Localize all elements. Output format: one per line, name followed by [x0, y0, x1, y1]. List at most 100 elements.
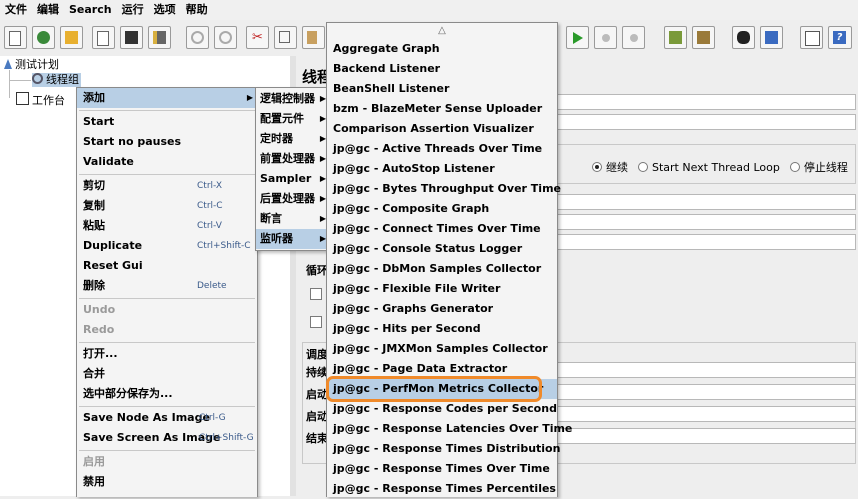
- menu-item-enable[interactable]: 启用: [77, 452, 257, 472]
- listener-item[interactable]: jp@gc - DbMon Samples Collector: [327, 259, 557, 279]
- radio-continue-label: 继续: [606, 161, 628, 174]
- menu-run[interactable]: 运行: [117, 0, 149, 20]
- listener-item[interactable]: jp@gc - Response Times Over Time: [327, 459, 557, 479]
- scheduler-label: 调度: [306, 348, 328, 361]
- listener-item[interactable]: jp@gc - Response Latencies Over Time: [327, 419, 572, 439]
- menu-item-label: Aggregate Graph: [333, 42, 440, 55]
- listener-item[interactable]: bzm - BlazeMeter Sense Uploader: [327, 99, 557, 119]
- tree-node-thread-group[interactable]: 线程组: [32, 73, 81, 87]
- tree-node-label: 测试计划: [15, 58, 59, 71]
- tree-node-workbench[interactable]: 工作台: [16, 92, 65, 108]
- menu-item-save-node-as-image[interactable]: Save Node As Image Ctrl-G: [77, 408, 257, 428]
- menu-separator: [79, 298, 255, 299]
- shutdown-button[interactable]: [622, 26, 645, 49]
- search-button[interactable]: [732, 26, 755, 49]
- menu-item-duplicate[interactable]: Duplicate Ctrl+Shift-C: [77, 236, 257, 256]
- menu-edit[interactable]: 编辑: [32, 0, 64, 20]
- paste-button[interactable]: [302, 26, 325, 49]
- menu-item-start[interactable]: Start: [77, 112, 257, 132]
- new-button[interactable]: [4, 26, 27, 49]
- reset-search-button[interactable]: [760, 26, 783, 49]
- menu-item-merge[interactable]: 合并: [77, 364, 257, 384]
- menu-help[interactable]: 帮助: [181, 0, 213, 20]
- listener-item[interactable]: jp@gc - Bytes Throughput Over Time: [327, 179, 561, 199]
- menu-item-cut[interactable]: 剪切 Ctrl-X: [77, 176, 257, 196]
- menu-item-redo[interactable]: Redo: [77, 320, 257, 340]
- menu-item-disable[interactable]: 禁用: [77, 472, 257, 492]
- listener-item[interactable]: jp@gc - JMXMon Samples Collector: [327, 339, 557, 359]
- tree-node-test-plan[interactable]: 测试计划: [4, 58, 59, 72]
- menu-item-label: Start no pauses: [83, 135, 182, 148]
- close-file-icon: [97, 31, 109, 46]
- menu-item-logic-controller[interactable]: 逻辑控制器 ▶: [256, 89, 328, 109]
- save-as-button[interactable]: [148, 26, 171, 49]
- listener-item[interactable]: Comparison Assertion Visualizer: [327, 119, 557, 139]
- end-label: 结束: [306, 432, 328, 445]
- listener-item[interactable]: jp@gc - Graphs Generator: [327, 299, 557, 319]
- cut-button[interactable]: ✂: [246, 26, 269, 49]
- menu-item-add[interactable]: 添加 ▶: [77, 88, 257, 108]
- menu-item-undo[interactable]: Undo: [77, 300, 257, 320]
- radio-continue[interactable]: [592, 162, 602, 172]
- listener-item[interactable]: jp@gc - AutoStop Listener: [327, 159, 557, 179]
- menu-item-timer[interactable]: 定时器 ▶: [256, 129, 328, 149]
- redo-button[interactable]: [214, 26, 237, 49]
- menu-item-delete[interactable]: 删除 Delete: [77, 276, 257, 296]
- listener-item[interactable]: jp@gc - Response Times Distribution: [327, 439, 560, 459]
- delay-thread-checkbox[interactable]: [310, 288, 322, 300]
- menu-item-start-no-pauses[interactable]: Start no pauses: [77, 132, 257, 152]
- menu-item-save-selection-as[interactable]: 选中部分保存为...: [77, 384, 257, 404]
- listener-item[interactable]: jp@gc - Console Status Logger: [327, 239, 557, 259]
- listener-item[interactable]: jp@gc - Active Threads Over Time: [327, 139, 557, 159]
- menu-item-validate[interactable]: Validate: [77, 152, 257, 172]
- clear-all-button[interactable]: [692, 26, 715, 49]
- radio-next-loop[interactable]: [638, 162, 648, 172]
- listener-item[interactable]: jp@gc - Connect Times Over Time: [327, 219, 557, 239]
- scissors-icon: ✂: [252, 30, 263, 45]
- menu-options[interactable]: 选项: [149, 0, 181, 20]
- help-button[interactable]: ?: [828, 26, 852, 49]
- menu-item-pre-processor[interactable]: 前置处理器 ▶: [256, 149, 328, 169]
- save-button[interactable]: [120, 26, 143, 49]
- listener-item[interactable]: jp@gc - Hits per Second: [327, 319, 557, 339]
- listener-submenu: △ Aggregate Graph Backend Listener BeanShe…: [326, 22, 572, 499]
- radio-stop-thread[interactable]: [789, 162, 800, 172]
- menu-item-label: jp@gc - Flexible File Writer: [333, 282, 501, 295]
- menu-item-sampler[interactable]: Sampler ▶: [256, 169, 328, 189]
- menu-item-label: bzm - BlazeMeter Sense Uploader: [333, 102, 543, 115]
- listener-item[interactable]: jp@gc - Response Codes per Second: [327, 399, 557, 419]
- function-helper-button[interactable]: [800, 26, 823, 49]
- listener-item[interactable]: jp@gc - Response Times Percentiles: [327, 479, 557, 499]
- listener-item[interactable]: jp@gc - Flexible File Writer: [327, 279, 557, 299]
- menu-item-config-element[interactable]: 配置元件 ▶: [256, 109, 328, 129]
- clear-button[interactable]: [664, 26, 687, 49]
- close-button[interactable]: [92, 26, 115, 49]
- listener-item[interactable]: Backend Listener: [327, 59, 557, 79]
- menu-item-save-screen-as-image[interactable]: Save Screen As Image Ctrl+Shift-G: [77, 428, 257, 448]
- start-button[interactable]: [566, 26, 589, 49]
- menu-item-shortcut: Ctrl-C: [197, 201, 223, 211]
- menu-item-open[interactable]: 打开...: [77, 344, 257, 364]
- undo-button[interactable]: [186, 26, 209, 49]
- listener-item[interactable]: Aggregate Graph: [327, 39, 557, 59]
- workbench-icon: [16, 92, 29, 105]
- menu-item-assertion[interactable]: 断言 ▶: [256, 209, 328, 229]
- tree-node-label: 线程组: [46, 73, 79, 86]
- menu-item-copy[interactable]: 复制 Ctrl-C: [77, 196, 257, 216]
- stop-button[interactable]: [594, 26, 617, 49]
- listener-item[interactable]: BeanShell Listener: [327, 79, 557, 99]
- menu-item-label: Start: [83, 115, 115, 128]
- scheduler-checkbox[interactable]: [310, 316, 322, 328]
- menu-item-reset-gui[interactable]: Reset Gui: [77, 256, 257, 276]
- open-button[interactable]: [60, 26, 83, 49]
- menu-search[interactable]: Search: [64, 0, 117, 20]
- menu-item-post-processor[interactable]: 后置处理器 ▶: [256, 189, 328, 209]
- copy-button[interactable]: [274, 26, 297, 49]
- menu-item-label: 配置元件: [260, 112, 304, 125]
- menu-file[interactable]: 文件: [0, 0, 32, 20]
- templates-button[interactable]: [32, 26, 55, 49]
- listener-item[interactable]: jp@gc - Composite Graph: [327, 199, 557, 219]
- menu-item-paste[interactable]: 粘贴 Ctrl-V: [77, 216, 257, 236]
- scroll-up-arrow-icon[interactable]: △: [327, 23, 557, 39]
- menu-item-listener[interactable]: 监听器 ▶: [256, 229, 328, 249]
